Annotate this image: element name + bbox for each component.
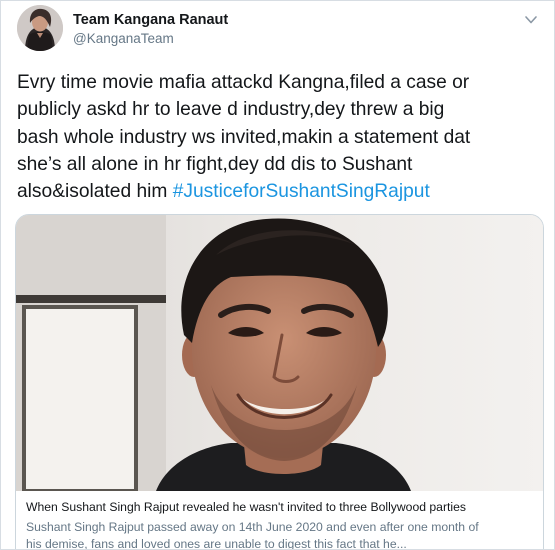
tweet-text-line: also&isolated him [17,181,173,203]
hashtag-link[interactable]: #JusticeforSushantSingRajput [173,181,430,202]
author-handle[interactable]: @KanganaTeam [73,31,174,46]
link-preview-card[interactable]: When Sushant Singh Rajput revealed he wa… [15,214,544,550]
tweet-text: Evry time movie mafia attackd Kangna,fil… [17,69,547,205]
card-photo [16,215,543,491]
author-name[interactable]: Team Kangana Ranaut [73,12,228,28]
avatar-photo [17,5,63,51]
tweet-text-line: bash whole industry ws invited,makin a s… [17,126,471,148]
tweet-text-line: publicly askd hr to leave d industry,dey… [17,99,445,121]
tweet-text-line-last: also&isolated him #JusticeforSushantSing… [17,178,547,205]
card-description-line: Sushant Singh Rajput passed away on 14th… [26,520,479,534]
tweet-text-line: she’s all alone in hr fight,dey dd dis t… [17,153,413,175]
card-description: Sushant Singh Rajput passed away on 14th… [26,519,541,550]
chevron-down-icon[interactable] [523,13,539,25]
avatar[interactable] [17,5,63,51]
card-title[interactable]: When Sushant Singh Rajput revealed he wa… [26,500,466,514]
tweet-container: Team Kangana Ranaut @KanganaTeam Evry ti… [0,0,555,550]
tweet-text-line: Evry time movie mafia attackd Kangna,fil… [17,72,470,93]
card-image[interactable] [16,215,543,491]
card-description-line: his demise, fans and loved ones are unab… [26,537,407,550]
